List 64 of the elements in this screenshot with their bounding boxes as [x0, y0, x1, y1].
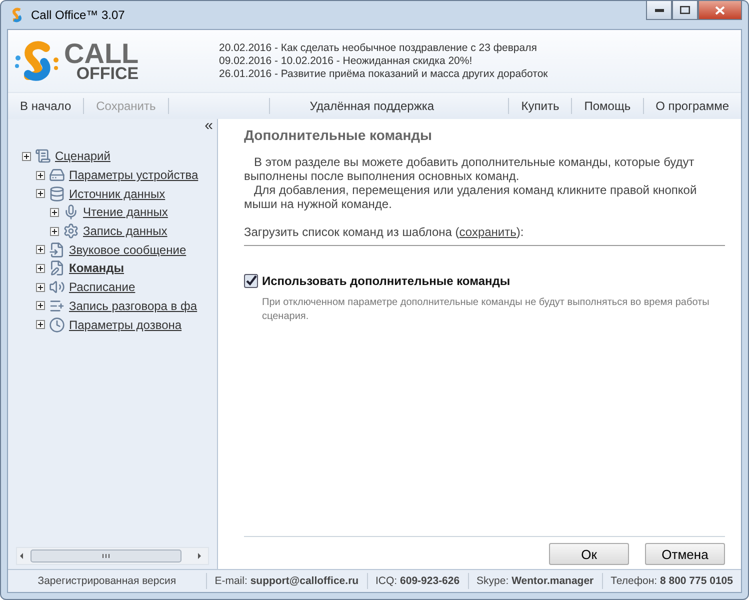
- file-input-icon: [49, 242, 65, 258]
- tree-item[interactable]: Сценарий: [55, 149, 110, 164]
- toolbar-link[interactable]: Удалённая поддержка: [270, 99, 446, 113]
- news-link[interactable]: 26.01.2016 - Развитие приёма показаний и масса других доработок: [219, 68, 548, 80]
- maximize-icon: [680, 6, 690, 14]
- expand-icon[interactable]: [36, 301, 45, 310]
- tree-item[interactable]: Параметры устройства: [69, 168, 198, 182]
- status-text: Зарегистрированная версия: [36, 575, 178, 587]
- window-title: Call Office™ 3.07: [31, 8, 126, 22]
- expand-icon[interactable]: [36, 264, 45, 273]
- gear-icon: [63, 223, 79, 240]
- toolbar-link[interactable]: Помощь: [572, 99, 643, 113]
- collapse-button[interactable]: «: [200, 119, 217, 133]
- minimize-button[interactable]: [646, 1, 672, 20]
- expand-icon[interactable]: [36, 189, 45, 198]
- checkbox-label: Использовать дополнительные команды: [262, 274, 510, 288]
- option-hint: При отключенном параметре дополнительные команды не будут выполняться во время работы сценария.: [262, 296, 710, 324]
- expand-icon[interactable]: [36, 320, 45, 330]
- database-icon: [49, 186, 65, 202]
- tree-item[interactable]: Запись разговора в фа: [69, 298, 198, 313]
- news-link[interactable]: 20.02.2016 - Как сделать необычное поздравление с 23 февраля: [219, 42, 548, 54]
- dialog-button[interactable]: Отмена: [645, 543, 725, 565]
- dialog-button[interactable]: Ок: [549, 543, 629, 565]
- status-text: Телефон: 8 800 775 0105: [610, 575, 734, 587]
- expand-icon[interactable]: [36, 170, 45, 180]
- tree-item[interactable]: Расписание: [69, 280, 136, 294]
- swirl-logo-icon: [14, 38, 60, 84]
- description-text: Для добавления, перемещения или удаления команд кликните правой кнопкой мыши на нужной команде.: [244, 183, 698, 211]
- save-link[interactable]: сохранить: [459, 225, 516, 239]
- expand-icon[interactable]: [50, 226, 59, 236]
- tree-item[interactable]: Запись данных: [83, 224, 168, 238]
- toolbar-link[interactable]: В начало: [8, 99, 84, 113]
- document-icon: [35, 148, 51, 164]
- close-button[interactable]: [698, 1, 742, 20]
- status-text: ICQ: 609-923-626: [374, 575, 461, 587]
- expand-icon[interactable]: [36, 245, 45, 254]
- news-link[interactable]: 09.02.2016 - 10.02.2016 - Неожиданная скидка 20%!: [219, 55, 548, 67]
- toolbar-link[interactable]: Купить: [509, 99, 572, 113]
- clock-icon: [49, 316, 65, 333]
- tree-item[interactable]: Параметры дозвона: [69, 318, 182, 332]
- tree-item[interactable]: Чтение данных: [83, 205, 168, 220]
- expand-icon[interactable]: [50, 208, 59, 217]
- checkbox[interactable]: [244, 274, 258, 288]
- tree-item[interactable]: Источник данных: [69, 186, 166, 201]
- expand-icon[interactable]: [22, 152, 31, 161]
- drive-icon: [49, 167, 65, 184]
- description-text: В этом разделе вы можете добавить дополнительные команды, которые будут выполнены после выполнения основных команд.: [244, 155, 696, 183]
- close-icon: [715, 6, 725, 14]
- microphone-icon: [63, 204, 79, 220]
- status-text: E-mail: support@calloffice.ru: [214, 575, 360, 587]
- logo-wordmark: CALL OFFICE: [64, 40, 139, 82]
- speaker-icon: [49, 279, 65, 296]
- file-pen-icon: [49, 260, 65, 276]
- expand-icon[interactable]: [36, 282, 45, 292]
- tree-item[interactable]: Команды: [69, 261, 124, 276]
- list-plus-icon: [49, 298, 65, 314]
- maximize-button[interactable]: [672, 1, 698, 20]
- status-text: Skype: Wentor.manager: [476, 575, 595, 587]
- toolbar-link[interactable]: О программе: [644, 99, 741, 113]
- section-title: Дополнительные команды: [244, 127, 433, 143]
- tree-item[interactable]: Звуковое сообщение: [69, 242, 186, 257]
- template-text: Загрузить список команд из шаблона (сохранить):: [244, 225, 525, 239]
- horizontal-scrollbar[interactable]: [16, 547, 209, 565]
- minimize-icon: [654, 8, 664, 12]
